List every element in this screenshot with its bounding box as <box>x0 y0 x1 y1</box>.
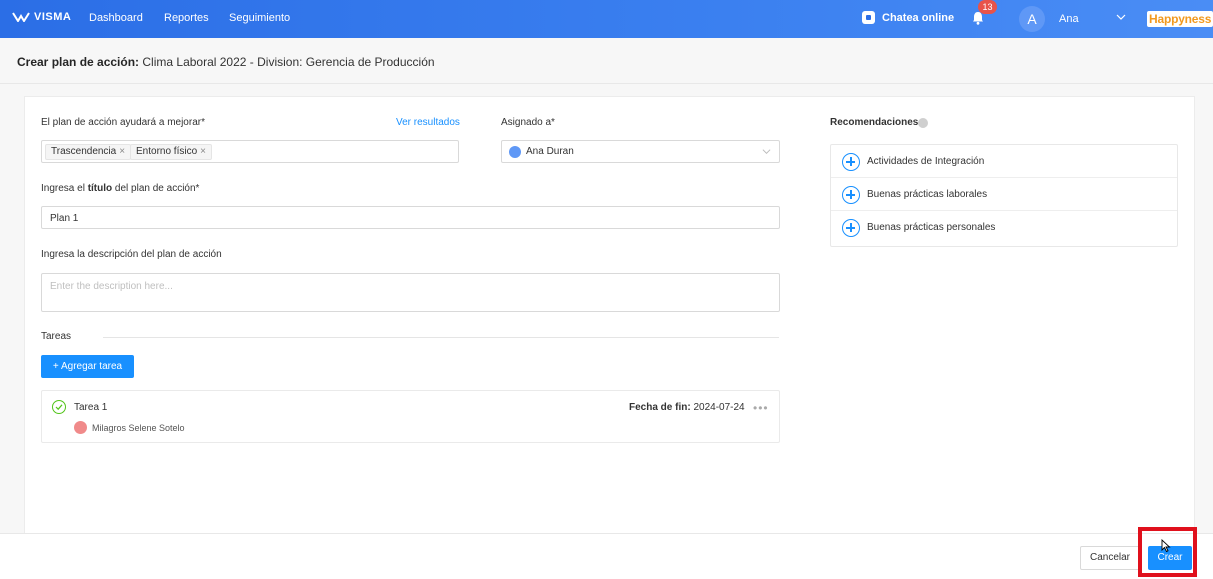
title-label-pre: Ingresa el <box>41 183 88 194</box>
page-title-rest: Clima Laboral 2022 - Division: Gerencia … <box>142 55 435 69</box>
tasks-section-label: Tareas <box>41 331 72 342</box>
task-assignee: Milagros Selene Sotelo <box>92 423 185 433</box>
add-task-button[interactable]: + Agregar tarea <box>41 355 134 378</box>
assigned-value: Ana Duran <box>526 146 574 157</box>
tag-trascendencia: Trascendencia × <box>45 144 132 160</box>
close-icon[interactable]: × <box>119 146 125 157</box>
nav-reportes[interactable]: Reportes <box>164 12 209 24</box>
improve-tags-select[interactable]: Trascendencia × Entorno físico × <box>41 140 459 163</box>
chat-icon <box>862 11 875 24</box>
recommendation-item[interactable]: Actividades de Integración <box>831 145 1177 178</box>
tasks-divider <box>103 337 779 338</box>
cancel-button[interactable]: Cancelar <box>1080 546 1140 570</box>
user-avatar[interactable]: A <box>1019 6 1045 32</box>
tag-label: Entorno físico <box>136 146 198 157</box>
page-header: Crear plan de acción: Clima Laboral 2022… <box>0 38 1213 84</box>
logo-text: VISMA <box>34 11 72 23</box>
nav-seguimiento[interactable]: Seguimiento <box>229 12 290 24</box>
mouse-cursor-icon <box>1161 539 1171 553</box>
title-input-value: Plan 1 <box>50 213 79 224</box>
form-footer: Cancelar Crear <box>0 533 1213 579</box>
tag-label: Trascendencia <box>51 146 117 157</box>
title-label-bold: título <box>87 183 113 194</box>
visma-logo[interactable]: VISMA <box>12 11 71 23</box>
improve-label: El plan de acción ayudará a mejorar* <box>41 117 205 128</box>
page-title: Crear plan de acción: Clima Laboral 2022… <box>17 55 435 69</box>
recommendation-label: Actividades de Integración <box>867 156 985 167</box>
close-icon[interactable]: × <box>200 146 206 157</box>
task-name: Tarea 1 <box>74 402 108 413</box>
happyness-logo: Happyness <box>1147 11 1213 27</box>
action-plan-form-card: El plan de acción ayudará a mejorar* Ver… <box>24 96 1195 534</box>
recommendation-item[interactable]: Buenas prácticas personales <box>831 211 1177 244</box>
nav-dashboard[interactable]: Dashboard <box>89 12 143 24</box>
plus-circle-icon[interactable] <box>842 219 860 237</box>
check-icon <box>55 404 63 411</box>
assigned-select[interactable]: Ana Duran <box>501 140 780 163</box>
task-item[interactable]: Tarea 1 Milagros Selene Sotelo Fecha de … <box>41 390 780 443</box>
title-label-post: del plan de acción* <box>112 183 200 194</box>
more-options-icon[interactable]: ••• <box>753 401 769 415</box>
visma-logo-icon <box>12 12 30 22</box>
chevron-down-icon <box>762 149 771 155</box>
notification-badge: 13 <box>978 0 997 14</box>
recommendations-list: Actividades de Integración Buenas prácti… <box>830 144 1178 247</box>
description-textarea[interactable]: Enter the description here... <box>41 273 780 312</box>
task-date-label: Fecha de fin: <box>629 402 691 413</box>
recommendation-label: Buenas prácticas laborales <box>867 189 988 200</box>
avatar <box>509 146 521 158</box>
page-title-prefix: Crear plan de acción: <box>17 55 140 69</box>
description-label: Ingresa la descripción del plan de acció… <box>41 249 222 260</box>
chat-label: Chatea online <box>882 11 955 24</box>
recommendation-label: Buenas prácticas personales <box>867 222 996 233</box>
avatar <box>74 421 87 434</box>
info-icon[interactable] <box>918 118 928 128</box>
recommendations-title: Recomendaciones <box>830 117 919 128</box>
title-input[interactable]: Plan 1 <box>41 206 780 229</box>
check-circle-icon[interactable] <box>52 400 66 414</box>
description-placeholder: Enter the description here... <box>50 281 173 292</box>
task-date-value: 2024-07-24 <box>693 402 745 413</box>
chevron-down-icon[interactable] <box>1116 12 1126 22</box>
user-name[interactable]: Ana <box>1059 13 1079 25</box>
plus-circle-icon[interactable] <box>842 153 860 171</box>
recommendation-item[interactable]: Buenas prácticas laborales <box>831 178 1177 211</box>
tag-entorno-fisico: Entorno físico × <box>130 144 212 160</box>
assigned-label: Asignado a* <box>501 117 555 128</box>
chat-online-button[interactable]: Chatea online <box>862 11 954 24</box>
plus-circle-icon[interactable] <box>842 186 860 204</box>
task-end-date: Fecha de fin: 2024-07-24 <box>629 402 745 413</box>
title-label: Ingresa el título del plan de acción* <box>41 183 199 194</box>
top-navigation-bar: VISMA Dashboard Reportes Seguimiento Cha… <box>0 0 1213 38</box>
ver-resultados-link[interactable]: Ver resultados <box>396 117 460 128</box>
